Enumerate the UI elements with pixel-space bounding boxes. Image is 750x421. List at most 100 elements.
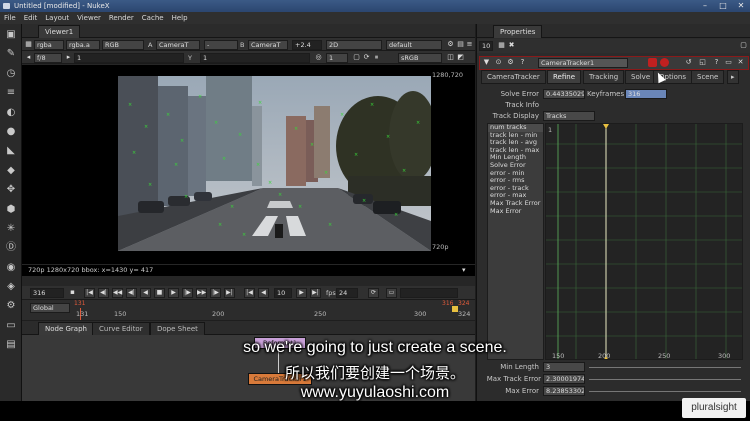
layout-icon[interactable]: ▤ — [456, 40, 465, 49]
toolsets-icon[interactable]: ⚙ — [4, 299, 18, 313]
collapse-icon[interactable]: ▼ — [482, 58, 491, 67]
center-node-icon[interactable]: ⊙ — [494, 58, 503, 67]
maximize-button[interactable]: □ — [718, 1, 728, 10]
view-mode-dropdown[interactable]: 2D — [326, 40, 382, 50]
3d-icon[interactable]: ⬢ — [4, 203, 18, 217]
last-frame-button[interactable]: ▶| — [224, 288, 235, 298]
timeline-ruler[interactable]: Global 131 316 324 131 150 200 250 300 3… — [22, 299, 475, 320]
clear-panels-icon[interactable]: ✖ — [507, 41, 516, 50]
help-icon[interactable]: ? — [518, 58, 527, 67]
play-forward-button[interactable]: ▶ — [168, 288, 179, 298]
menu-file[interactable]: File — [4, 14, 16, 22]
color-icon[interactable]: ◐ — [4, 106, 18, 120]
lut2-dropdown[interactable]: sRGB — [398, 53, 442, 63]
next-frame-button[interactable]: |▶ — [182, 288, 193, 298]
float-panel-icon[interactable]: ▢ — [739, 41, 748, 50]
gear-icon[interactable]: ⚙ — [506, 58, 515, 67]
ptab-solve[interactable]: Solve — [625, 70, 657, 84]
track-display-dropdown[interactable]: Tracks — [543, 111, 595, 121]
metadata-icon[interactable]: ◈ — [4, 280, 18, 294]
ptab-refine[interactable]: Refine — [547, 70, 582, 84]
filter-icon[interactable]: ● — [4, 125, 18, 139]
views-icon[interactable]: ◉ — [4, 261, 18, 275]
proxy-icon[interactable]: ▢ — [352, 53, 361, 62]
curve-list[interactable]: num tracks track len - min track len - a… — [487, 123, 544, 360]
float-icon[interactable]: ◱ — [698, 58, 707, 67]
lut-dropdown[interactable]: default — [386, 40, 442, 50]
record-icon[interactable] — [660, 58, 669, 67]
lock-icon[interactable]: ▦ — [497, 41, 506, 50]
transform-icon[interactable]: ✥ — [4, 183, 18, 197]
zoom-field[interactable]: 1 — [326, 53, 348, 63]
minimize-panel-icon[interactable]: ▭ — [724, 58, 733, 67]
image-icon[interactable]: ▣ — [4, 28, 18, 42]
node-name-field[interactable]: CameraTracker1 — [538, 58, 628, 68]
menu-edit[interactable]: Edit — [24, 14, 38, 22]
channels-dropdown[interactable]: rgba — [34, 40, 64, 50]
frame-range-dropdown[interactable]: Global — [30, 303, 70, 313]
render-icon[interactable]: ⟳ — [362, 53, 371, 62]
first-frame-button[interactable]: |◀ — [84, 288, 95, 298]
step-forward-button[interactable]: ▶ — [296, 288, 307, 298]
playback-range-field[interactable] — [400, 288, 458, 298]
ptab-cameratracker[interactable]: CameraTracker — [481, 70, 546, 84]
menu-layout[interactable]: Layout — [45, 14, 69, 22]
stop-button[interactable]: ■ — [154, 288, 165, 298]
pause-icon[interactable]: ⏸ — [372, 53, 381, 62]
ptab-tracking[interactable]: Tracking — [583, 70, 625, 84]
minimize-button[interactable]: – — [700, 1, 710, 10]
node-color-swatch[interactable] — [648, 58, 657, 67]
fstop-field[interactable]: f/8 — [34, 53, 62, 63]
loop-button[interactable]: ⟳ — [368, 288, 379, 298]
tab-viewer1[interactable]: Viewer1 — [38, 25, 81, 38]
prev-keyframe-button[interactable]: ◀| — [98, 288, 109, 298]
ptab-scene[interactable]: Scene — [691, 70, 725, 84]
curve-item[interactable]: Max Error — [488, 207, 543, 216]
step-forward-large-button[interactable]: ▶| — [310, 288, 321, 298]
revert-icon[interactable]: ↺ — [684, 58, 693, 67]
deep-icon[interactable]: Ⓓ — [4, 241, 18, 255]
play-backward-button[interactable]: ◀ — [140, 288, 151, 298]
plate-image[interactable]: × × × × × × × × × × × × × × × × × × × × × × × × × × × × × × × × — [118, 76, 431, 251]
colorspace-dropdown[interactable]: RGB — [102, 40, 144, 50]
max-panels-field[interactable]: 10 — [479, 41, 493, 51]
info-dropdown-icon[interactable]: ▾ — [462, 266, 466, 274]
draw-icon[interactable]: ✎ — [4, 47, 18, 61]
skip-forward-button[interactable]: ▶▶ — [196, 288, 207, 298]
fps-field[interactable]: 24 — [336, 288, 358, 298]
playback-mode-button[interactable]: ▭ — [386, 288, 397, 298]
next-keyframe-button[interactable]: |▶ — [210, 288, 221, 298]
playback-lock-icon[interactable]: ▪ — [68, 288, 77, 297]
ptab-more-icon[interactable]: ▸ — [727, 70, 739, 84]
other-icon[interactable]: ▭ — [4, 319, 18, 333]
fstop-arrow-icon[interactable]: ◂ — [24, 53, 33, 62]
time-icon[interactable]: ◷ — [4, 67, 18, 81]
step-back-small-button[interactable]: ◀ — [258, 288, 269, 298]
wipe-mode-dropdown[interactable]: - — [204, 40, 238, 50]
settings-icon[interactable]: ⚙ — [446, 40, 455, 49]
skip-back-button[interactable]: ◀◀ — [112, 288, 123, 298]
viewer-viewport[interactable]: × × × × × × × × × × × × × × × × × × × × × × × × × × × × × × × × … — [22, 65, 475, 264]
tab-dope-sheet[interactable]: Dope Sheet — [150, 322, 205, 335]
step-size-field[interactable]: 10 — [274, 288, 292, 298]
particles-icon[interactable]: ✳ — [4, 222, 18, 236]
b-input-dropdown[interactable]: CameraT — [248, 40, 288, 50]
menu-viewer[interactable]: Viewer — [77, 14, 101, 22]
question-icon[interactable]: ? — [712, 58, 721, 67]
tab-curve-editor[interactable]: Curve Editor — [92, 322, 150, 335]
camera-icon[interactable]: ◫ — [446, 53, 455, 62]
merge-icon[interactable]: ◆ — [4, 164, 18, 178]
close-button[interactable]: ✕ — [736, 1, 746, 10]
alpha-dropdown[interactable]: rgba.a — [66, 40, 100, 50]
tab-properties[interactable]: Properties — [493, 25, 543, 38]
frame-field[interactable]: 1 — [74, 53, 184, 63]
prev-frame-button[interactable]: ◀| — [126, 288, 137, 298]
current-frame-field[interactable]: 316 — [30, 288, 64, 298]
keyer-icon[interactable]: ◣ — [4, 144, 18, 158]
menu-render[interactable]: Render — [109, 14, 134, 22]
y-value-field[interactable]: 1 — [200, 53, 310, 63]
menu-icon[interactable]: ≡ — [465, 40, 474, 49]
wipe-icon[interactable]: ◩ — [456, 53, 465, 62]
menu-help[interactable]: Help — [172, 14, 188, 22]
channel-icon[interactable]: ≡ — [4, 86, 18, 100]
